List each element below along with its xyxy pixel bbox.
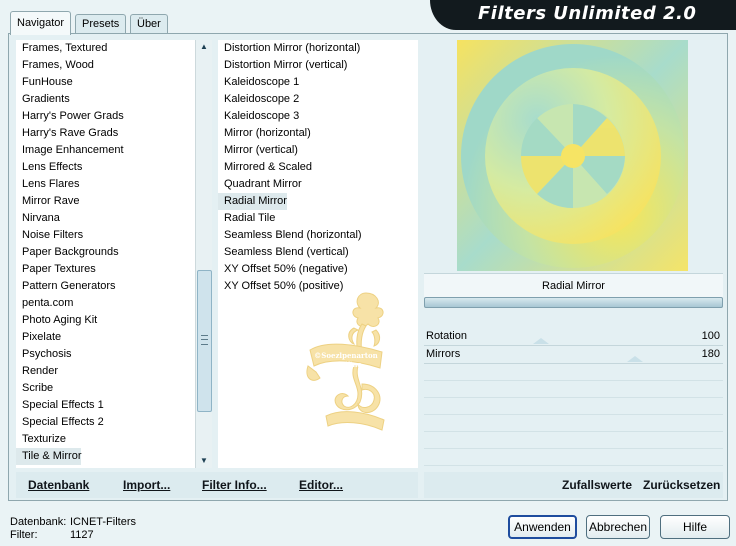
filter-list-item[interactable]: Radial Mirror bbox=[218, 193, 287, 210]
category-list-item[interactable]: Lens Effects bbox=[16, 159, 82, 176]
datenbank-button[interactable]: Datenbank bbox=[28, 472, 89, 498]
category-list-item[interactable]: Paper Textures bbox=[16, 261, 96, 278]
category-list-item[interactable]: Special Effects 1 bbox=[16, 397, 104, 414]
status-filter-label: Filter: bbox=[10, 529, 38, 541]
filter-list-item[interactable]: Seamless Blend (vertical) bbox=[218, 244, 349, 261]
preview-image bbox=[457, 40, 688, 271]
watermark-logo: ©Soezlpenarton Wina bbox=[306, 292, 385, 431]
scroll-thumb[interactable] bbox=[197, 270, 212, 412]
cancel-button[interactable]: Abbrechen bbox=[586, 515, 650, 539]
empty-param-row bbox=[424, 449, 723, 466]
filter-info-button[interactable]: Filter Info... bbox=[202, 472, 267, 498]
param-value[interactable]: 100 bbox=[702, 328, 720, 345]
category-list-item[interactable]: Texturize bbox=[16, 431, 66, 448]
empty-param-row bbox=[424, 381, 723, 398]
filter-parameter-title: Radial Mirror bbox=[424, 273, 723, 298]
tab-navigator[interactable]: Navigator bbox=[10, 11, 72, 35]
help-button[interactable]: Hilfe bbox=[660, 515, 730, 539]
parameter-action-bar: Zufallswerte Zurücksetzen bbox=[424, 472, 723, 498]
category-list-item[interactable]: Scribe bbox=[16, 380, 53, 397]
category-list-item[interactable]: penta.com bbox=[16, 295, 73, 312]
empty-param-row bbox=[424, 415, 723, 432]
status-datenbank-value: ICNET-Filters bbox=[70, 516, 136, 528]
watermark-text-1: ©Soezlpenarton bbox=[314, 351, 377, 360]
category-list-item[interactable]: Tile & Mirror bbox=[16, 448, 82, 465]
filter-list-item[interactable]: Kaleidoscope 1 bbox=[218, 74, 299, 91]
watermark-text-2: Wina bbox=[341, 360, 362, 369]
scroll-up-arrow-icon[interactable]: ▲ bbox=[196, 40, 212, 54]
category-list-item[interactable]: Paper Backgrounds bbox=[16, 244, 119, 261]
empty-param-row bbox=[424, 398, 723, 415]
mirrors-slider-marker[interactable] bbox=[627, 356, 643, 362]
filter-list-item[interactable]: Kaleidoscope 3 bbox=[218, 108, 299, 125]
category-list-item[interactable]: Image Enhancement bbox=[16, 142, 124, 159]
filter-list-item[interactable]: Quadrant Mirror bbox=[218, 176, 302, 193]
category-list-item[interactable]: FunHouse bbox=[16, 74, 73, 91]
scroll-down-arrow-icon[interactable]: ▼ bbox=[196, 454, 212, 468]
category-list-item[interactable]: Harry's Rave Grads bbox=[16, 125, 118, 142]
filter-list-item[interactable]: Seamless Blend (horizontal) bbox=[218, 227, 362, 244]
filter-list-item[interactable]: Mirror (vertical) bbox=[218, 142, 298, 159]
filter-list-item[interactable]: Mirrored & Scaled bbox=[218, 159, 312, 176]
category-list-item[interactable]: Photo Aging Kit bbox=[16, 312, 97, 329]
category-list-item[interactable]: Frames, Textured bbox=[16, 40, 107, 57]
app-title: Filters Unlimited 2.0 bbox=[478, 3, 697, 24]
status-datenbank-label: Datenbank: bbox=[10, 516, 67, 528]
category-list-item[interactable]: Lens Flares bbox=[16, 176, 79, 193]
rotation-slider-marker[interactable] bbox=[533, 338, 549, 344]
category-list-item[interactable]: Special Effects 2 bbox=[16, 414, 104, 431]
param-mirrors[interactable]: Mirrors 180 bbox=[424, 346, 723, 364]
category-list-item[interactable]: Render bbox=[16, 363, 58, 380]
status-filter-value: 1127 bbox=[70, 529, 94, 541]
progress-bar bbox=[424, 297, 723, 308]
filter-list-item[interactable]: Distortion Mirror (horizontal) bbox=[218, 40, 360, 57]
category-list-item[interactable]: Psychosis bbox=[16, 346, 72, 363]
grip-icon bbox=[201, 335, 208, 345]
filter-list-item[interactable]: Distortion Mirror (vertical) bbox=[218, 57, 347, 74]
category-list-item[interactable]: Pattern Generators bbox=[16, 278, 116, 295]
filter-list-item[interactable]: XY Offset 50% (negative) bbox=[218, 261, 348, 278]
param-label: Mirrors bbox=[426, 348, 461, 360]
param-label: Rotation bbox=[426, 330, 467, 342]
apply-button[interactable]: Anwenden bbox=[508, 515, 577, 539]
category-list-item[interactable]: Nirvana bbox=[16, 210, 60, 227]
tab-uber[interactable]: Über bbox=[130, 14, 168, 34]
param-rotation[interactable]: Rotation 100 bbox=[424, 328, 723, 346]
category-list-item[interactable]: Mirror Rave bbox=[16, 193, 79, 210]
category-list-item[interactable]: Harry's Power Grads bbox=[16, 108, 124, 125]
param-value[interactable]: 180 bbox=[702, 346, 720, 363]
filter-list-item[interactable]: Kaleidoscope 2 bbox=[218, 91, 299, 108]
tab-presets[interactable]: Presets bbox=[75, 14, 127, 34]
zuruecksetzen-button[interactable]: Zurücksetzen bbox=[643, 472, 720, 498]
zufallswerte-button[interactable]: Zufallswerte bbox=[562, 472, 632, 498]
filter-list-item[interactable]: Radial Tile bbox=[218, 210, 275, 227]
empty-param-row bbox=[424, 364, 723, 381]
empty-param-row bbox=[424, 432, 723, 449]
category-list-item[interactable]: Noise Filters bbox=[16, 227, 83, 244]
category-scrollbar[interactable]: ▲ ▼ bbox=[195, 40, 212, 468]
filter-list-item[interactable]: Mirror (horizontal) bbox=[218, 125, 311, 142]
title-banner: Filters Unlimited 2.0 bbox=[430, 0, 736, 30]
category-list-item[interactable]: Gradients bbox=[16, 91, 70, 108]
import-button[interactable]: Import... bbox=[123, 472, 170, 498]
list-action-bar: Datenbank Import... Filter Info... Edito… bbox=[16, 472, 418, 498]
category-list[interactable]: Frames, Textured Frames, Wood FunHouse Grad… bbox=[16, 40, 195, 468]
category-list-item[interactable]: Frames, Wood bbox=[16, 57, 94, 74]
category-list-item[interactable]: Pixelate bbox=[16, 329, 61, 346]
editor-button[interactable]: Editor... bbox=[299, 472, 343, 498]
